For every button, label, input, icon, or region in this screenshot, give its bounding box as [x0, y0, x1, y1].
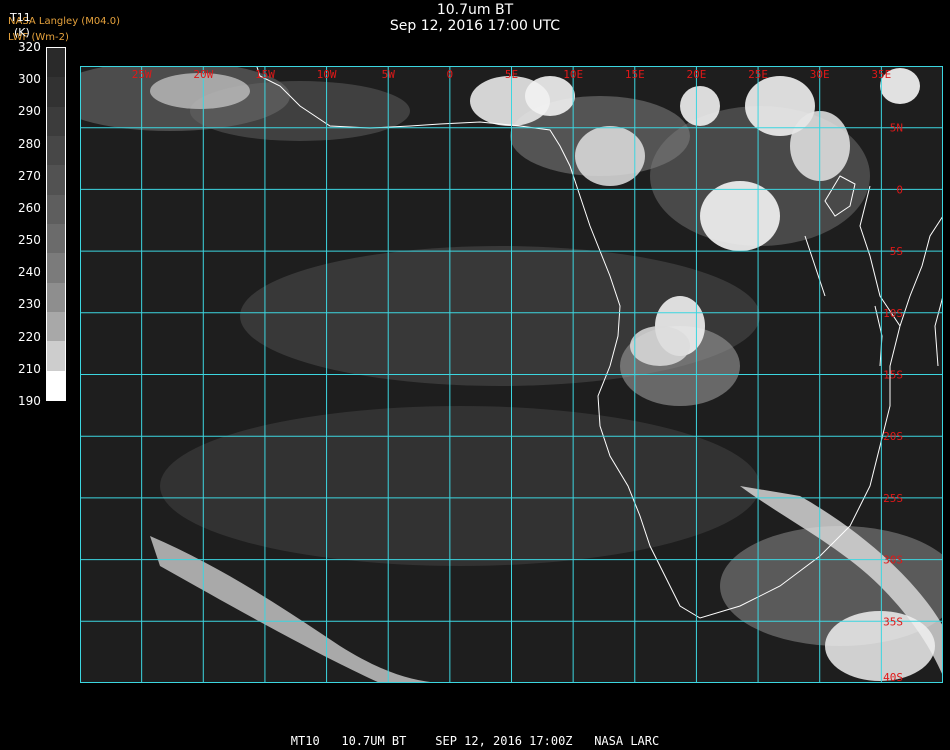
colorbar-segment	[47, 223, 65, 254]
colorbar-tick-label: 320	[18, 40, 41, 54]
longitude-label: 30E	[810, 68, 830, 81]
longitude-label: 10W	[317, 68, 337, 81]
longitude-label: 5E	[505, 68, 518, 81]
latitude-label: 0	[896, 183, 903, 196]
colorbar-tick-label: 220	[18, 329, 41, 344]
colorbar-segment	[47, 135, 65, 166]
latitude-label: 35S	[883, 615, 903, 628]
colorbar-segment	[47, 48, 65, 78]
colorbar-segment	[47, 370, 65, 400]
colorbar-tick-label: 230	[18, 297, 41, 312]
temperature-colorbar	[46, 47, 66, 401]
longitude-label: 20E	[686, 68, 706, 81]
colorbar-tick-label: 290	[18, 104, 41, 119]
colorbar-tick-label: 300	[18, 72, 41, 87]
colorbar-tick-label: 280	[18, 136, 41, 151]
satellite-map[interactable]: 25W 20W 15W 10W 5W 0 5E 10E 15E 20E 25E 30E 35E 5N 0 5S…	[80, 66, 943, 683]
colorbar-tick-label: 250	[18, 233, 41, 248]
longitude-label: 15W	[255, 68, 275, 81]
latitude-label: 20S	[883, 430, 903, 443]
latitude-label: 40S	[883, 671, 903, 683]
colorbar-unit-label: (K)	[14, 26, 30, 39]
longitude-label: 0	[447, 68, 454, 81]
longitude-label: 25W	[132, 68, 152, 81]
colorbar-segment	[47, 253, 65, 283]
colorbar-tick-label: 260	[18, 200, 41, 215]
longitude-label: 10E	[563, 68, 583, 81]
longitude-label: 15E	[625, 68, 645, 81]
latitude-label: 25S	[883, 492, 903, 505]
latitude-label: 15S	[883, 369, 903, 382]
colorbar-segment	[47, 165, 65, 195]
colorbar-segment	[47, 106, 65, 136]
latitude-label: 5N	[890, 122, 903, 135]
colorbar-segment	[47, 282, 65, 312]
product-footer: MT10 10.7UM BT SEP 12, 2016 17:00Z NASA …	[290, 734, 660, 748]
colorbar-segment	[47, 194, 65, 224]
longitude-label: 5W	[382, 68, 396, 81]
map-title: 10.7um BT	[436, 2, 514, 18]
colorbar-tick-label: 190	[18, 394, 41, 408]
longitude-label: 20W	[193, 68, 213, 81]
colorbar-segment	[47, 311, 65, 342]
colorbar-tick-label: 210	[18, 361, 41, 376]
colorbar-segment	[47, 77, 65, 107]
colorbar-variable-label: T11	[10, 11, 31, 24]
latitude-label: 30S	[883, 554, 903, 567]
colorbar-segment	[47, 341, 65, 371]
latitude-label: 5S	[890, 245, 903, 258]
colorbar-tick-label: 270	[18, 168, 41, 183]
longitude-label: 25E	[748, 68, 768, 81]
latitude-label: 10S	[883, 307, 903, 320]
colorbar-tick-label: 240	[18, 265, 41, 280]
map-timestamp: Sep 12, 2016 17:00 UTC	[389, 18, 561, 34]
longitude-label: 35E	[871, 68, 891, 81]
